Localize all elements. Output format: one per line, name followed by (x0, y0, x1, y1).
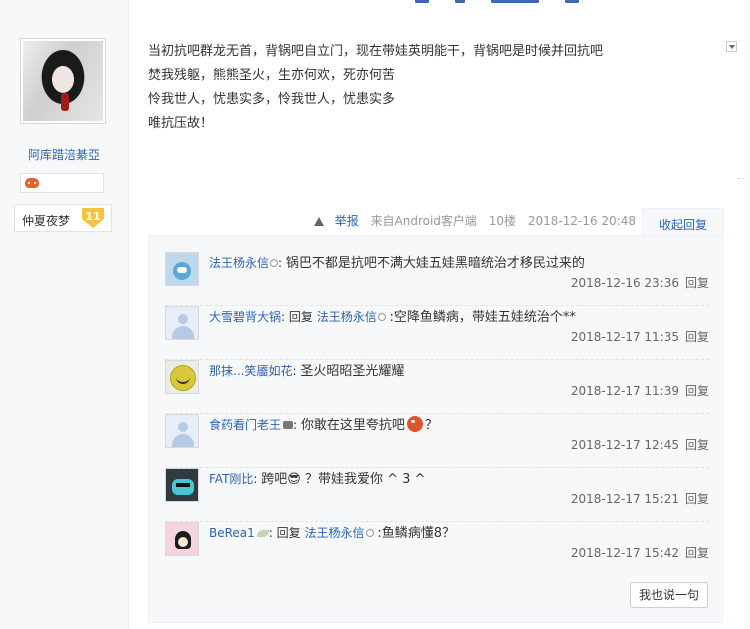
reply-meta: 2018-12-17 15:42 回复 (571, 544, 709, 561)
report-link[interactable]: 举报 (306, 214, 359, 228)
reply-button[interactable]: 回复 (685, 384, 709, 398)
reply-body: :空降鱼鳞病，带娃五娃统治个** (389, 310, 576, 325)
reply-avatar[interactable] (165, 306, 199, 340)
reply-list: 法王杨永信: 锅巴不都是抗吧不满大娃五娃黑暗统治才移民过来的 2018-12-1… (148, 235, 723, 623)
reply-time: 2018-12-17 15:42 (570, 546, 679, 560)
reply-to-username[interactable]: 法王杨永信 (304, 526, 364, 540)
reply-username[interactable]: 食药看门老王 (209, 418, 281, 432)
scrollbar[interactable] (744, 0, 750, 629)
reply-time: 2018-12-17 15:21 (570, 492, 679, 506)
reply-time: 2018-12-17 12:45 (570, 438, 679, 452)
reply-meta: 2018-12-16 23:36 回复 (571, 274, 709, 291)
reply-button[interactable]: 回复 (685, 438, 709, 452)
reply-time: 2018-12-17 11:39 (570, 384, 679, 398)
post-menu-icon[interactable] (726, 41, 737, 52)
reply-avatar[interactable] (165, 468, 199, 502)
reply-body: 圣火昭昭圣光耀耀 (300, 364, 405, 379)
collapse-replies-label: 收起回复 (659, 218, 708, 232)
reply-to-username[interactable]: 法王杨永信 (317, 310, 377, 324)
reply-button[interactable]: 回复 (685, 546, 709, 560)
level-badge: 11 (82, 208, 104, 228)
reply-time: 2018-12-17 11:35 (570, 330, 679, 344)
reply-text: 食药看门老王: 你敢在这里夸抗吧？ (209, 416, 438, 433)
post-source: 来自Android客户端 (370, 214, 477, 228)
post-line: 唯抗压故！ (148, 116, 214, 131)
reply-username[interactable]: 大雪碧背大锅 (209, 310, 281, 324)
vip-icon (270, 259, 279, 267)
reply-item: FAT刚比: 跨吧😎 ？带娃我爱你 ^ 3 ^ 2018-12-17 15:21… (165, 468, 709, 522)
reply-body: 你敢在这里夸抗吧 (300, 418, 405, 433)
post-content: 当初抗吧群龙无首，背锅吧自立门，现在带娃英明能干，背锅吧是时候并回抗吧 焚我残躯… (148, 40, 718, 136)
reply-meta: 2018-12-17 11:39 回复 (571, 382, 709, 399)
post-floor: 10楼 (488, 214, 517, 228)
reply-button[interactable]: 回复 (685, 330, 709, 344)
reply-username[interactable]: 那抹...笑靥如花 (209, 364, 292, 378)
cup-icon (283, 421, 294, 429)
reply-item: BeRea1: 回复 法王杨永信 :鱼鳞病懂8？ 2018-12-17 15:4… (165, 522, 709, 576)
reply-text: FAT刚比: 跨吧😎 ？带娃我爱你 ^ 3 ^ (209, 472, 426, 487)
post-line: 怜我世人，忧患实多，怜我世人，忧患实多 (148, 92, 396, 107)
reply-prefix: 回复 (288, 310, 317, 324)
reply-body-end: ？ (424, 418, 438, 433)
badge-box (20, 173, 104, 193)
reply-username[interactable]: BeRea1 (209, 526, 255, 540)
reply-avatar[interactable] (165, 252, 199, 286)
leaf-icon (256, 530, 269, 537)
author-username[interactable]: 阿库踖涪綦亞 (0, 146, 128, 163)
reply-text: BeRea1: 回复 法王杨永信 :鱼鳞病懂8？ (209, 526, 455, 541)
reply-button[interactable]: 回复 (685, 276, 709, 290)
reply-text: 大雪碧背大锅: 回复 法王杨永信 :空降鱼鳞病，带娃五娃统治个** (209, 310, 576, 325)
report-label: 举报 (334, 214, 359, 228)
reply-meta: 2018-12-17 11:35 回复 (571, 328, 709, 345)
avatar-image (23, 41, 103, 121)
post-tail: 举报 来自Android客户端 10楼 2018-12-16 20:48 (148, 212, 636, 232)
level-box[interactable]: 仲夏夜梦 11 (14, 204, 112, 232)
reply-text: 那抹...笑靥如花: 圣火昭昭圣光耀耀 (209, 364, 405, 379)
reply-body: 锅巴不都是抗吧不满大娃五娃黑暗统治才移民过来的 (285, 256, 585, 271)
reply-item: 法王杨永信: 锅巴不都是抗吧不满大娃五娃黑暗统治才移民过来的 2018-12-1… (165, 252, 709, 306)
vip-icon (377, 313, 386, 321)
say-something-button[interactable]: 我也说一句 (630, 582, 708, 608)
reply-meta: 2018-12-17 15:21 回复 (571, 490, 709, 507)
author-sidebar: 阿库踖涪綦亞 仲夏夜梦 11 (0, 0, 129, 629)
reply-item: 那抹...笑靥如花: 圣火昭昭圣光耀耀 2018-12-17 11:39 回复 (165, 360, 709, 414)
collapse-replies-tab[interactable]: 收起回复 (642, 208, 724, 236)
post-time: 2018-12-16 20:48 (527, 214, 636, 228)
vip-icon (365, 529, 374, 537)
reply-avatar[interactable] (165, 414, 199, 448)
angry-emoji-icon (406, 416, 423, 432)
author-avatar[interactable] (20, 38, 106, 124)
post-line: 焚我残躯，熊熊圣火，生亦何欢，死亦何苦 (148, 68, 396, 83)
reply-username[interactable]: FAT刚比 (209, 472, 253, 486)
level-name: 仲夏夜梦 (22, 214, 71, 228)
reply-item: 大雪碧背大锅: 回复 法王杨永信 :空降鱼鳞病，带娃五娃统治个** 2018-1… (165, 306, 709, 360)
game-controller-icon[interactable] (25, 178, 39, 188)
reply-avatar[interactable] (165, 360, 199, 394)
reply-item: 食药看门老王: 你敢在这里夸抗吧？ 2018-12-17 12:45 回复 (165, 414, 709, 468)
reply-body: :鱼鳞病懂8？ (377, 526, 455, 541)
post-line: 当初抗吧群龙无首，背锅吧自立门，现在带娃英明能干，背锅吧是时候并回抗吧 (148, 44, 604, 59)
reply-body: 跨吧😎 ？带娃我爱你 ^ 3 ^ (261, 472, 426, 487)
reply-avatar[interactable] (165, 522, 199, 556)
reply-text: 法王杨永信: 锅巴不都是抗吧不满大娃五娃黑暗统治才移民过来的 (209, 256, 585, 271)
top-nav-fragment (415, 0, 735, 6)
reply-meta: 2018-12-17 12:45 回复 (571, 436, 709, 453)
reply-prefix: 回复 (276, 526, 305, 540)
reply-username[interactable]: 法王杨永信 (209, 256, 269, 270)
reply-time: 2018-12-16 23:36 (570, 276, 679, 290)
reply-button[interactable]: 回复 (685, 492, 709, 506)
warning-icon (313, 217, 324, 226)
